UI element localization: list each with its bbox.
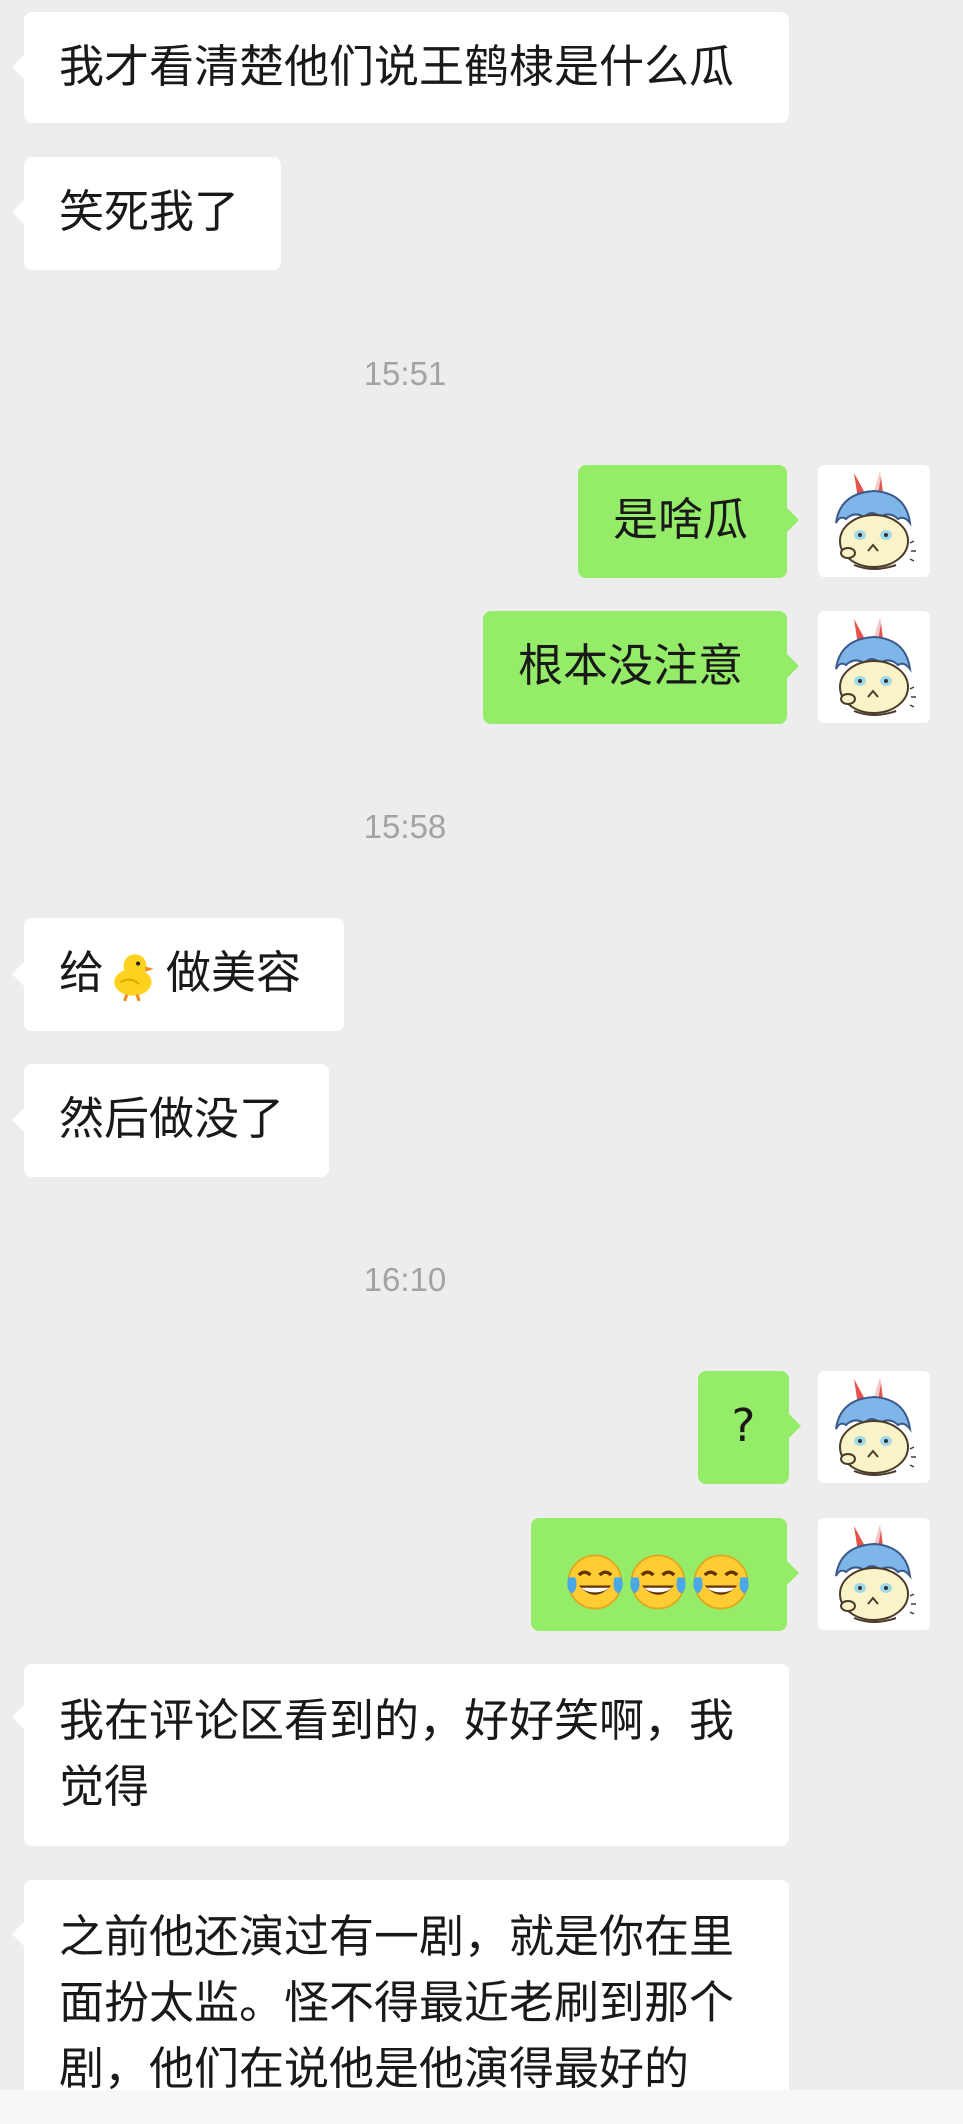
message-text: 做美容 [166, 946, 302, 999]
bubble-tail [12, 55, 24, 79]
message-text: 是啥瓜 [613, 493, 749, 546]
chat-area[interactable]: 我才看清楚他们说王鹤棣是什么瓜 笑死我了 15:51 是啥瓜 根本没注意 15:… [0, 0, 963, 2124]
bubble-tail [787, 508, 799, 532]
message-text: 之前他还演过有一剧，就是你在里面扮太监。怪不得最近老刷到那个剧，他们在说他是他演… [59, 1910, 735, 2095]
timestamp: 16:10 [363, 1261, 447, 1298]
message-bubble[interactable] [531, 1518, 787, 1631]
bubble-tail [12, 200, 24, 224]
bubble-tail [12, 962, 24, 986]
message-text: 然后做没了 [59, 1092, 285, 1145]
tears-of-joy-emoji-icon [565, 1552, 625, 1612]
bunny-mascot-avatar-icon [835, 1523, 917, 1623]
message-text: 笑死我了 [59, 185, 240, 238]
avatar[interactable] [818, 1371, 930, 1483]
avatar[interactable] [818, 465, 930, 577]
message-bubble[interactable]: 我才看清楚他们说王鹤棣是什么瓜 [24, 12, 789, 123]
message-bubble[interactable]: ? [698, 1371, 789, 1484]
avatar[interactable] [818, 611, 930, 723]
message-bubble[interactable]: 给 做美容 [24, 918, 344, 1031]
message-bubble[interactable]: 我在评论区看到的，好好笑啊，我觉得 [24, 1664, 789, 1846]
avatar[interactable] [818, 1518, 930, 1630]
chick-emoji-icon [106, 947, 164, 1005]
message-text: ? [731, 1399, 756, 1452]
message-bubble[interactable]: 是啥瓜 [578, 465, 787, 578]
bubble-tail [12, 1705, 24, 1729]
bubble-tail [787, 1561, 799, 1585]
message-bubble[interactable]: 笑死我了 [24, 157, 281, 270]
bunny-mascot-avatar-icon [835, 616, 917, 716]
tears-of-joy-emoji-icon [691, 1552, 751, 1612]
bubble-tail [789, 1414, 801, 1438]
message-bubble[interactable]: 之前他还演过有一剧，就是你在里面扮太监。怪不得最近老刷到那个剧，他们在说他是他演… [24, 1880, 789, 2124]
bunny-mascot-avatar-icon [835, 470, 917, 570]
message-text: 根本没注意 [518, 639, 744, 692]
timestamp: 15:51 [363, 355, 447, 392]
bunny-mascot-avatar-icon [835, 1376, 917, 1476]
bubble-tail [787, 654, 799, 678]
timestamp: 15:58 [363, 808, 447, 845]
message-text: 给 [59, 946, 105, 999]
input-bar [0, 2090, 963, 2124]
bubble-tail [12, 1922, 24, 1946]
tears-of-joy-emoji-icon [628, 1552, 688, 1612]
message-bubble[interactable]: 根本没注意 [483, 611, 787, 724]
bubble-tail [12, 1108, 24, 1132]
message-text: 我才看清楚他们说王鹤棣是什么瓜 [59, 40, 735, 93]
message-bubble[interactable]: 然后做没了 [24, 1064, 329, 1177]
message-text: 我在评论区看到的，好好笑啊，我觉得 [59, 1694, 735, 1813]
